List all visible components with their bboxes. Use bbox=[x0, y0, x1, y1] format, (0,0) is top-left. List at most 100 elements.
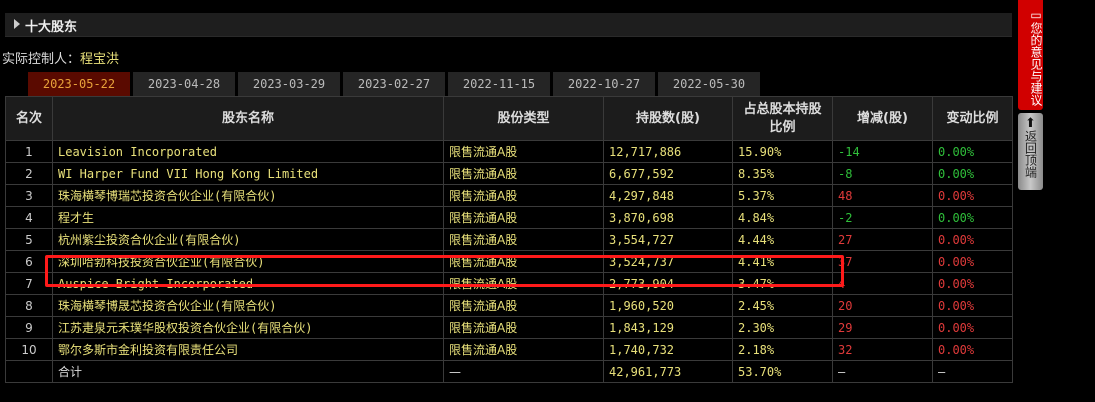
name-cell: 珠海横琴博瑞芯投资合伙企业(有限合伙) bbox=[52, 184, 444, 207]
table-row: 9 江苏疌泉元禾璞华股权投资合伙企业(有限合伙) 限售流通A股 1,843,129 2.… bbox=[5, 316, 1013, 339]
change-cell: -8 bbox=[832, 162, 933, 185]
shares-cell: 42,961,773 bbox=[603, 360, 733, 383]
ratio-cell: 0.00% bbox=[932, 316, 1013, 339]
change-cell: 48 bbox=[832, 184, 933, 207]
type-cell: 限售流通A股 bbox=[443, 250, 604, 273]
change-cell: 4 bbox=[832, 272, 933, 295]
shares-cell: 12,717,886 bbox=[603, 140, 733, 163]
type-cell: 限售流通A股 bbox=[443, 316, 604, 339]
table-row: 4 程才生 限售流通A股 3,870,698 4.84% -2 0.00% bbox=[5, 206, 1013, 229]
change-cell: 37 bbox=[832, 250, 933, 273]
change-cell: 32 bbox=[832, 338, 933, 361]
name-cell: Auspice Bright Incorporated bbox=[52, 272, 444, 295]
change-cell: 20 bbox=[832, 294, 933, 317]
shares-cell: 6,677,592 bbox=[603, 162, 733, 185]
type-cell: — bbox=[443, 360, 604, 383]
percent-cell: 2.30% bbox=[732, 316, 833, 339]
change-cell: -2 bbox=[832, 206, 933, 229]
percent-cell: 4.44% bbox=[732, 228, 833, 251]
rank-cell: 10 bbox=[5, 338, 53, 361]
ratio-cell: 0.00% bbox=[932, 184, 1013, 207]
section-header-top10-shareholders[interactable]: 十大股东 bbox=[5, 13, 1012, 37]
ratio-cell: 0.00% bbox=[932, 162, 1013, 185]
tab-date[interactable]: 2023-03-29 bbox=[238, 72, 340, 96]
type-cell: 限售流通A股 bbox=[443, 272, 604, 295]
expand-triangle-icon bbox=[14, 19, 20, 29]
table-row: 8 珠海横琴博晟芯投资合伙企业(有限合伙) 限售流通A股 1,960,520 2.45%… bbox=[5, 294, 1013, 317]
header-change-ratio: 变动比例 bbox=[932, 96, 1013, 141]
type-cell: 限售流通A股 bbox=[443, 206, 604, 229]
shares-cell: 1,843,129 bbox=[603, 316, 733, 339]
percent-cell: 2.18% bbox=[732, 338, 833, 361]
table-row: 5 杭州紫尘投资合伙企业(有限合伙) 限售流通A股 3,554,727 4.44% 27 0… bbox=[5, 228, 1013, 251]
rank-cell bbox=[5, 360, 53, 383]
name-cell: 江苏疌泉元禾璞华股权投资合伙企业(有限合伙) bbox=[52, 316, 444, 339]
header-share-type: 股份类型 bbox=[443, 96, 604, 141]
controller-label: 实际控制人： bbox=[2, 52, 81, 67]
name-cell: WI Harper Fund VII Hong Kong Limited bbox=[52, 162, 444, 185]
feedback-label: 您的意见与建议 bbox=[1029, 22, 1043, 106]
table-row: 1 Leavision Incorporated 限售流通A股 12,717,886 1… bbox=[5, 140, 1013, 163]
back-to-top-button[interactable]: ⬆ 返回顶端 bbox=[1018, 113, 1043, 190]
rank-cell: 9 bbox=[5, 316, 53, 339]
rank-cell: 8 bbox=[5, 294, 53, 317]
header-name: 股东名称 bbox=[52, 96, 444, 141]
shares-cell: 1,960,520 bbox=[603, 294, 733, 317]
feedback-button[interactable]: ▭您的意见与建议 bbox=[1018, 0, 1043, 110]
rank-cell: 1 bbox=[5, 140, 53, 163]
ratio-cell: 0.00% bbox=[932, 228, 1013, 251]
type-cell: 限售流通A股 bbox=[443, 228, 604, 251]
percent-cell: 53.70% bbox=[732, 360, 833, 383]
controller-value: 程宝洪 bbox=[80, 52, 120, 67]
rank-cell: 7 bbox=[5, 272, 53, 295]
percent-cell: 4.41% bbox=[732, 250, 833, 273]
back-to-top-label: 返回顶端 bbox=[1023, 130, 1038, 178]
header-rank: 名次 bbox=[5, 96, 53, 141]
name-cell: 程才生 bbox=[52, 206, 444, 229]
table-row: 10 鄂尔多斯市金利投资有限责任公司 限售流通A股 1,740,732 2.18% 32 0… bbox=[5, 338, 1013, 361]
name-cell: 鄂尔多斯市金利投资有限责任公司 bbox=[52, 338, 444, 361]
rank-cell: 2 bbox=[5, 162, 53, 185]
rank-cell: 4 bbox=[5, 206, 53, 229]
speech-bubble-icon: ▭ bbox=[1029, 8, 1043, 22]
table-row: 6 深圳哈勃科技投资合伙企业(有限合伙) 限售流通A股 3,524,737 4.41% 3… bbox=[5, 250, 1013, 273]
percent-cell: 2.45% bbox=[732, 294, 833, 317]
header-percent: 占总股本持股比例 bbox=[732, 96, 833, 141]
name-cell: 深圳哈勃科技投资合伙企业(有限合伙) bbox=[52, 250, 444, 273]
change-cell: 27 bbox=[832, 228, 933, 251]
type-cell: 限售流通A股 bbox=[443, 162, 604, 185]
total-row: 合计 —42,961,773 53.70% — — bbox=[5, 360, 1013, 383]
ratio-cell: 0.00% bbox=[932, 294, 1013, 317]
rank-cell: 3 bbox=[5, 184, 53, 207]
header-change: 增减(股) bbox=[832, 96, 933, 141]
name-cell: 杭州紫尘投资合伙企业(有限合伙) bbox=[52, 228, 444, 251]
ratio-cell: — bbox=[932, 360, 1013, 383]
shares-cell: 2,773,904 bbox=[603, 272, 733, 295]
shares-cell: 1,740,732 bbox=[603, 338, 733, 361]
table-row: 3 珠海横琴博瑞芯投资合伙企业(有限合伙) 限售流通A股 4,297,848 5.37%… bbox=[5, 184, 1013, 207]
name-cell: 合计 bbox=[52, 360, 444, 383]
type-cell: 限售流通A股 bbox=[443, 140, 604, 163]
type-cell: 限售流通A股 bbox=[443, 338, 604, 361]
shares-cell: 3,524,737 bbox=[603, 250, 733, 273]
ratio-cell: 0.00% bbox=[932, 272, 1013, 295]
ratio-cell: 0.00% bbox=[932, 140, 1013, 163]
rank-cell: 6 bbox=[5, 250, 53, 273]
percent-cell: 5.37% bbox=[732, 184, 833, 207]
change-cell: -14 bbox=[832, 140, 933, 163]
arrow-up-icon: ⬆ bbox=[1025, 116, 1036, 131]
table-row: 7 Auspice Bright Incorporated 限售流通A股 2,773,… bbox=[5, 272, 1013, 295]
ratio-cell: 0.00% bbox=[932, 338, 1013, 361]
tab-date[interactable]: 2023-04-28 bbox=[133, 72, 235, 96]
header-shares: 持股数(股) bbox=[603, 96, 733, 141]
change-cell: 29 bbox=[832, 316, 933, 339]
actual-controller: 实际控制人：程宝洪 bbox=[2, 48, 119, 67]
tab-date[interactable]: 2022-05-30 bbox=[658, 72, 760, 96]
tab-date[interactable]: 2022-10-27 bbox=[553, 72, 655, 96]
date-tabs: 2023-05-22 2023-04-28 2023-03-29 2023-02-27… bbox=[28, 72, 760, 96]
tab-date[interactable]: 2023-05-22 bbox=[28, 72, 130, 96]
tab-date[interactable]: 2022-11-15 bbox=[448, 72, 550, 96]
section-title: 十大股东 bbox=[25, 20, 78, 35]
type-cell: 限售流通A股 bbox=[443, 184, 604, 207]
tab-date[interactable]: 2023-02-27 bbox=[343, 72, 445, 96]
